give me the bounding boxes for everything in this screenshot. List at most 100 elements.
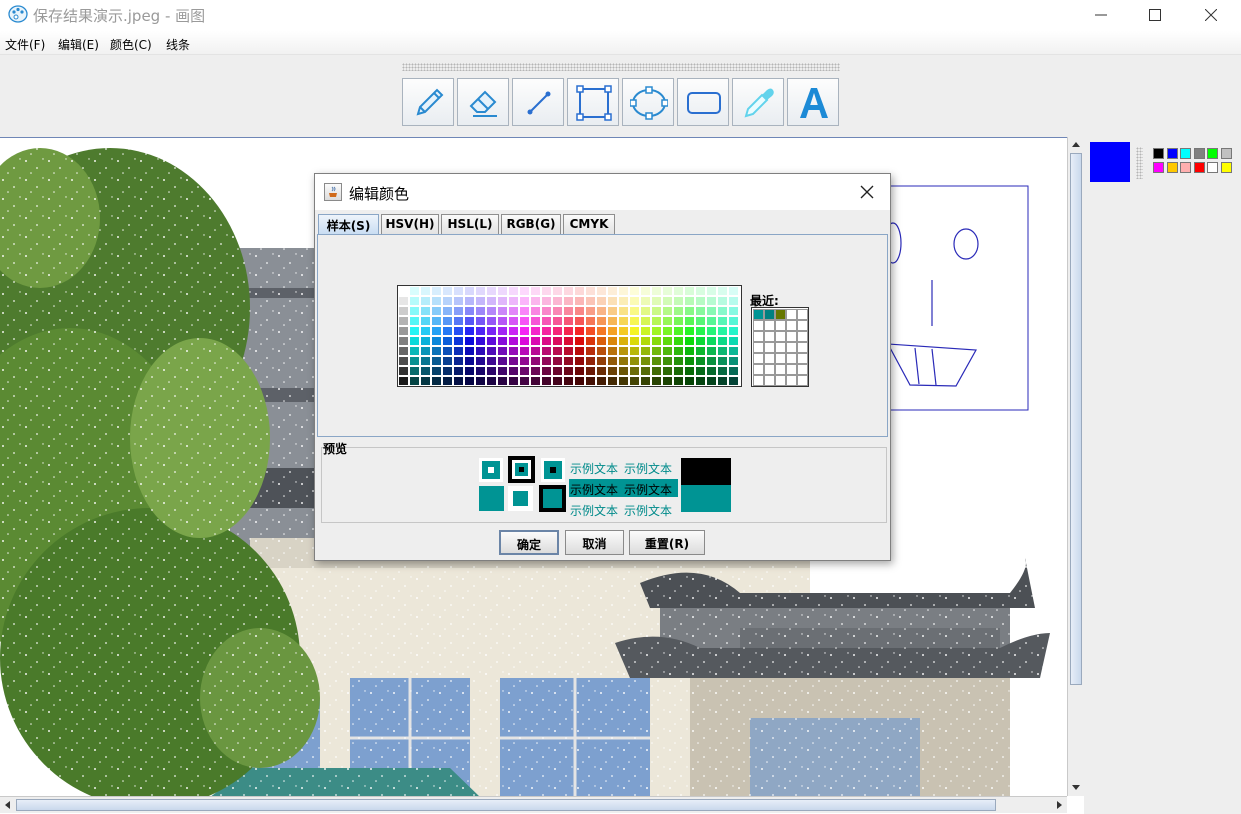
palette-swatch[interactable] bbox=[1220, 162, 1232, 173]
color-swatch[interactable] bbox=[684, 376, 695, 386]
color-swatch[interactable] bbox=[442, 316, 453, 326]
color-swatch[interactable] bbox=[508, 376, 519, 386]
color-swatch[interactable] bbox=[673, 356, 684, 366]
color-swatch[interactable] bbox=[453, 376, 464, 386]
color-swatch[interactable] bbox=[695, 346, 706, 356]
color-swatch[interactable] bbox=[530, 346, 541, 356]
vertical-scroll-thumb[interactable] bbox=[1070, 153, 1082, 685]
color-swatch[interactable] bbox=[486, 296, 497, 306]
color-swatch[interactable] bbox=[563, 346, 574, 356]
recent-color-swatch[interactable] bbox=[775, 320, 786, 331]
color-swatch[interactable] bbox=[629, 286, 640, 296]
menu-line[interactable]: 线条 bbox=[166, 36, 190, 53]
color-swatch[interactable] bbox=[541, 326, 552, 336]
color-swatch[interactable] bbox=[442, 346, 453, 356]
color-swatch[interactable] bbox=[552, 336, 563, 346]
color-swatch[interactable] bbox=[398, 286, 409, 296]
color-swatch[interactable] bbox=[684, 296, 695, 306]
color-swatch[interactable] bbox=[475, 306, 486, 316]
color-swatch[interactable] bbox=[651, 296, 662, 306]
color-swatch[interactable] bbox=[508, 326, 519, 336]
recent-color-swatch[interactable] bbox=[786, 342, 797, 353]
color-swatch[interactable] bbox=[662, 336, 673, 346]
color-swatch[interactable] bbox=[618, 326, 629, 336]
recent-color-swatch[interactable] bbox=[753, 375, 764, 386]
color-swatch[interactable] bbox=[431, 336, 442, 346]
color-swatch[interactable] bbox=[629, 296, 640, 306]
color-swatch[interactable] bbox=[552, 376, 563, 386]
color-swatch[interactable] bbox=[717, 346, 728, 356]
color-swatch[interactable] bbox=[695, 306, 706, 316]
color-swatch[interactable] bbox=[706, 326, 717, 336]
color-swatch[interactable] bbox=[519, 346, 530, 356]
recent-color-swatch[interactable] bbox=[753, 320, 764, 331]
palette-swatch[interactable] bbox=[1153, 148, 1164, 159]
recent-color-swatch[interactable] bbox=[753, 353, 764, 364]
color-swatch[interactable] bbox=[486, 366, 497, 376]
recent-color-swatch[interactable] bbox=[764, 309, 775, 320]
toolbar-grip[interactable] bbox=[402, 63, 840, 71]
recent-color-swatch[interactable] bbox=[775, 331, 786, 342]
color-swatch[interactable] bbox=[508, 296, 519, 306]
maximize-button[interactable] bbox=[1130, 0, 1180, 30]
recent-color-swatch[interactable] bbox=[797, 320, 808, 331]
color-swatch[interactable] bbox=[695, 366, 706, 376]
rounded-rectangle-tool-button[interactable] bbox=[677, 78, 729, 126]
eraser-tool-button[interactable] bbox=[457, 78, 509, 126]
color-swatch[interactable] bbox=[398, 366, 409, 376]
color-swatch[interactable] bbox=[442, 376, 453, 386]
color-swatch[interactable] bbox=[662, 376, 673, 386]
recent-color-swatch[interactable] bbox=[764, 320, 775, 331]
color-swatch[interactable] bbox=[596, 326, 607, 336]
color-swatch[interactable] bbox=[673, 316, 684, 326]
color-swatch[interactable] bbox=[464, 336, 475, 346]
color-swatch[interactable] bbox=[607, 316, 618, 326]
color-swatch[interactable] bbox=[673, 296, 684, 306]
color-swatch[interactable] bbox=[717, 336, 728, 346]
color-swatch[interactable] bbox=[596, 336, 607, 346]
color-swatch[interactable] bbox=[706, 296, 717, 306]
color-swatch[interactable] bbox=[398, 316, 409, 326]
color-swatch[interactable] bbox=[398, 306, 409, 316]
color-swatch[interactable] bbox=[497, 306, 508, 316]
color-swatch[interactable] bbox=[464, 376, 475, 386]
color-swatch[interactable] bbox=[596, 316, 607, 326]
color-swatch[interactable] bbox=[431, 316, 442, 326]
color-swatch[interactable] bbox=[629, 346, 640, 356]
color-swatch[interactable] bbox=[420, 306, 431, 316]
color-swatch[interactable] bbox=[541, 296, 552, 306]
color-swatch[interactable] bbox=[629, 356, 640, 366]
color-swatch[interactable] bbox=[717, 306, 728, 316]
color-swatch[interactable] bbox=[629, 326, 640, 336]
color-swatch[interactable] bbox=[508, 346, 519, 356]
color-swatch[interactable] bbox=[475, 296, 486, 306]
color-swatch[interactable] bbox=[607, 326, 618, 336]
minimize-button[interactable] bbox=[1076, 0, 1126, 30]
color-swatch[interactable] bbox=[453, 326, 464, 336]
color-swatch[interactable] bbox=[673, 306, 684, 316]
color-swatch[interactable] bbox=[728, 326, 739, 336]
color-swatch[interactable] bbox=[420, 366, 431, 376]
color-swatch[interactable] bbox=[508, 286, 519, 296]
color-swatch[interactable] bbox=[717, 286, 728, 296]
color-swatch[interactable] bbox=[398, 356, 409, 366]
color-swatch[interactable] bbox=[640, 316, 651, 326]
color-swatch[interactable] bbox=[596, 286, 607, 296]
color-swatch[interactable] bbox=[706, 306, 717, 316]
color-swatch[interactable] bbox=[662, 346, 673, 356]
color-swatch[interactable] bbox=[651, 326, 662, 336]
color-swatch[interactable] bbox=[420, 346, 431, 356]
tab-rgb[interactable]: RGB(G) bbox=[501, 214, 561, 234]
color-swatch[interactable] bbox=[541, 356, 552, 366]
color-swatch[interactable] bbox=[541, 376, 552, 386]
color-swatch[interactable] bbox=[442, 336, 453, 346]
recent-color-swatch[interactable] bbox=[775, 375, 786, 386]
color-swatch[interactable] bbox=[453, 296, 464, 306]
color-swatch[interactable] bbox=[497, 346, 508, 356]
recent-color-swatch[interactable] bbox=[797, 309, 808, 320]
palette-swatch[interactable] bbox=[1207, 162, 1218, 173]
color-swatch[interactable] bbox=[563, 336, 574, 346]
color-swatch[interactable] bbox=[398, 296, 409, 306]
color-swatch[interactable] bbox=[442, 286, 453, 296]
palette-swatch[interactable] bbox=[1153, 162, 1164, 173]
